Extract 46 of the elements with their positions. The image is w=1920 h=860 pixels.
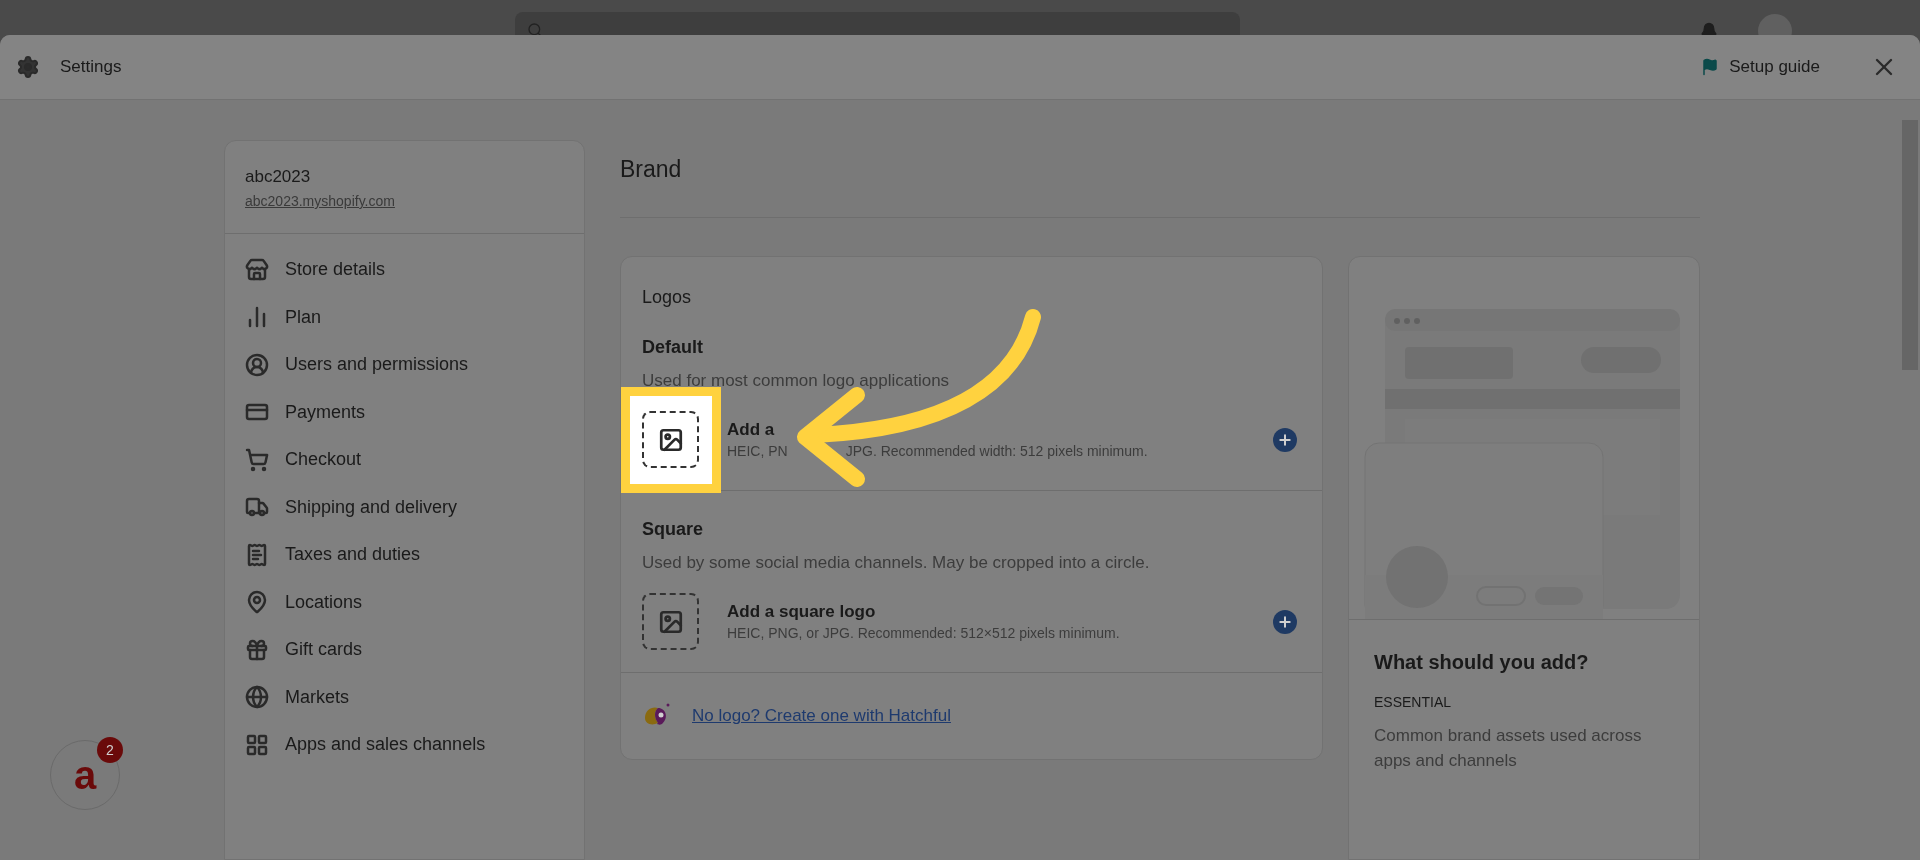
card-title: Logos: [641, 286, 693, 309]
sidebar-item[interactable]: Plan: [225, 293, 584, 341]
hatchful-link[interactable]: No logo? Create one with Hatchful: [692, 703, 951, 729]
upload-hint: HEIC, PN: [727, 441, 788, 461]
upload-hint: JPG. Recommended width: 512 pixels minimum.: [845, 441, 1148, 461]
location-pin-icon: [245, 590, 269, 615]
sidebar-item[interactable]: Store details: [225, 246, 584, 294]
guide-label: ESSENTIAL: [1374, 693, 1453, 712]
cart-icon: [245, 447, 269, 472]
guide-title: What should you add?: [1374, 650, 1590, 675]
section-description: Used for most common logo applications: [642, 370, 951, 392]
sidebar-item[interactable]: Gift cards: [225, 626, 584, 674]
sidebar-item[interactable]: Checkout: [225, 436, 584, 484]
gear-icon: [16, 55, 40, 79]
upload-title[interactable]: Add a square logo: [727, 600, 876, 623]
sidebar-item[interactable]: Payments: [225, 388, 584, 436]
page-title: Brand: [620, 155, 683, 184]
gift-icon: [245, 637, 269, 662]
guide-text: Common brand assets used across apps and channels: [1374, 725, 1643, 772]
section-description: Used by some social media channels. May be cropped into a circle.: [642, 552, 1151, 574]
sidebar-item[interactable]: Users and permissions: [225, 341, 584, 389]
modal-title: Settings: [60, 56, 122, 79]
sidebar-item[interactable]: Apps and sales channels: [225, 721, 584, 769]
sidebar-item[interactable]: Locations: [225, 578, 584, 626]
globe-icon: [245, 685, 269, 710]
section-heading: Square: [642, 518, 705, 541]
user-icon: [245, 352, 269, 377]
add-button[interactable]: [1273, 427, 1297, 452]
section-heading: Default: [642, 336, 704, 359]
setup-guide-button[interactable]: Setup guide: [1701, 54, 1820, 80]
grid-icon: [245, 732, 269, 757]
plus-icon: [1277, 613, 1293, 630]
upload-title[interactable]: Add a: [727, 418, 775, 441]
upload-hint: HEIC, PNG, or JPG. Recommended: 512×512 pixels minimum.: [727, 623, 1120, 643]
image-upload-icon[interactable]: [642, 411, 699, 468]
sidebar-item[interactable]: Markets: [225, 673, 584, 721]
add-button[interactable]: [1273, 609, 1297, 634]
receipt-icon: [245, 542, 269, 567]
store-icon: [245, 257, 269, 282]
flag-icon: [1701, 58, 1720, 76]
search-icon: [527, 22, 543, 38]
store-url-link[interactable]: abc2023.myshopify.com: [245, 193, 395, 209]
plus-icon: [1277, 431, 1293, 448]
sidebar-item[interactable]: Taxes and duties: [225, 531, 584, 579]
store-name: abc2023: [245, 166, 312, 188]
sidebar-item[interactable]: Shipping and delivery: [225, 483, 584, 531]
